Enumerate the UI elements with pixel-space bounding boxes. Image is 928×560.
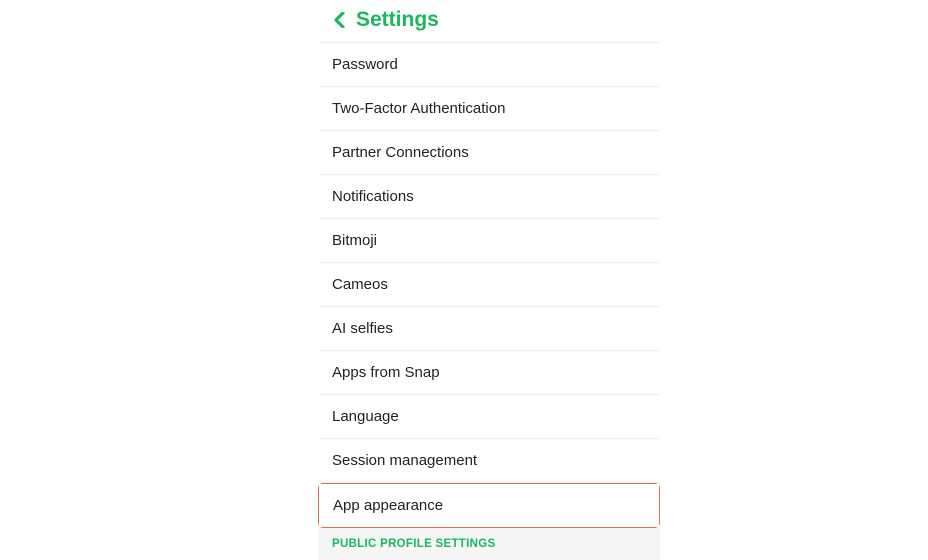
settings-item-label: Session management [332, 452, 477, 469]
settings-item-ai-selfies[interactable]: AI selfies [318, 307, 660, 351]
settings-header: Settings [318, 0, 660, 43]
section-header-label: PUBLIC PROFILE SETTINGS [332, 538, 495, 550]
settings-item-password[interactable]: Password [318, 43, 660, 87]
settings-item-label: Language [332, 408, 399, 425]
settings-item-partner-connections[interactable]: Partner Connections [318, 131, 660, 175]
settings-item-language[interactable]: Language [318, 395, 660, 439]
settings-item-label: Apps from Snap [332, 364, 440, 381]
settings-list: Password Two-Factor Authentication Partn… [318, 43, 660, 560]
settings-item-label: Two-Factor Authentication [332, 100, 505, 117]
settings-item-cameos[interactable]: Cameos [318, 263, 660, 307]
settings-item-label: AI selfies [332, 320, 393, 337]
settings-item-app-appearance[interactable]: App appearance [319, 484, 659, 527]
settings-item-label: App appearance [333, 497, 443, 514]
page-title: Settings [356, 8, 439, 32]
section-header-public-profile: PUBLIC PROFILE SETTINGS [318, 528, 660, 560]
settings-item-bitmoji[interactable]: Bitmoji [318, 219, 660, 263]
settings-item-label: Partner Connections [332, 144, 469, 161]
highlighted-setting: App appearance [318, 483, 660, 528]
settings-item-session-management[interactable]: Session management [318, 439, 660, 483]
settings-item-label: Bitmoji [332, 232, 377, 249]
settings-item-two-factor[interactable]: Two-Factor Authentication [318, 87, 660, 131]
settings-item-label: Password [332, 56, 398, 73]
settings-item-notifications[interactable]: Notifications [318, 175, 660, 219]
settings-item-label: Notifications [332, 188, 414, 205]
back-icon[interactable] [332, 11, 346, 29]
settings-panel: Settings Password Two-Factor Authenticat… [318, 0, 660, 560]
settings-item-label: Cameos [332, 276, 388, 293]
settings-item-apps-from-snap[interactable]: Apps from Snap [318, 351, 660, 395]
